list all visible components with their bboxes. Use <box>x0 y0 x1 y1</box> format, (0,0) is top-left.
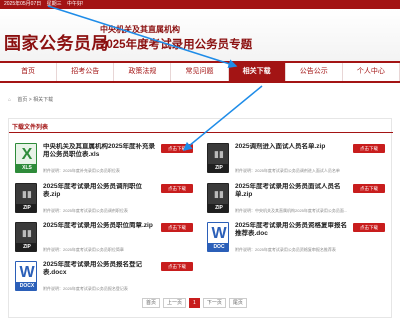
site-logo[interactable]: 国家公务员局 <box>4 29 109 54</box>
file-description: 附件说明：2025年度考试录用公务员资格复审报名推荐表 <box>235 247 336 252</box>
nav-personal-center[interactable]: 个人中心 <box>343 63 400 81</box>
current-date: 2025年05月07日 <box>4 1 42 7</box>
download-button[interactable]: 点击下载 <box>353 223 385 232</box>
nav-notices[interactable]: 公告公示 <box>286 63 343 81</box>
greeting-text: 中午好! <box>67 1 84 7</box>
file-description: 附件说明：中央机关及其直属机构2025年度考试录用公务员面... <box>235 208 348 213</box>
file-description: 附件说明：2025年度考试录用公务员调剂职位表 <box>43 208 128 213</box>
file-item: ▮▮ ZIP 2025调剂进入面试人员名单.zip 附件说明：2025年度考试录用… <box>207 143 387 179</box>
file-item: W DOCX 2025年度考试录用公务员报名登记表.docx 附件说明：2025年… <box>15 261 195 297</box>
zip-icon: ▮▮ ZIP <box>207 143 229 173</box>
file-description: 附件说明：2025年度考试录用公务员职位简章 <box>43 247 124 252</box>
file-name[interactable]: 中央机关及其直属机构2025年度补充录用公务员职位表.xls <box>43 143 158 159</box>
page-title: 2025年度考试录用公务员专题 <box>100 39 253 51</box>
file-name[interactable]: 2025年度考试录用公务员报名登记表.docx <box>43 261 158 277</box>
excel-icon: X XLS <box>15 143 37 173</box>
file-description: 附件说明：2025年度考试录用公务员调剂进入面试人员名单 <box>235 168 340 173</box>
nav-home[interactable]: 首页 <box>0 63 58 81</box>
file-name[interactable]: 2025年度考试录用公务员职位简章.zip <box>43 222 158 230</box>
nav-faq[interactable]: 常见问题 <box>171 63 229 81</box>
file-name[interactable]: 2025年度考试录用公务员调剂职位表.zip <box>43 183 158 199</box>
breadcrumb-current: 相关下载 <box>33 97 54 103</box>
nav-downloads[interactable]: 相关下载 <box>228 63 286 81</box>
file-name[interactable]: 2025年度考试录用公务员资格复审报名推荐表.doc <box>235 222 350 238</box>
download-button[interactable]: 点击下载 <box>161 262 193 271</box>
download-button[interactable]: 点击下载 <box>353 184 385 193</box>
download-button[interactable]: 点击下载 <box>161 223 193 232</box>
pagination: 首页 上一页 1 下一页 尾页 <box>142 298 247 308</box>
pager-next[interactable]: 下一页 <box>202 298 226 308</box>
word-icon: W DOC <box>207 222 229 252</box>
word-icon: W DOCX <box>15 261 37 291</box>
download-panel: 下载文件列表 X XLS 中央机关及其直属机构2025年度补充录用公务员职位表.x… <box>8 118 393 318</box>
pager-prev[interactable]: 上一页 <box>163 298 187 308</box>
zip-icon: ▮▮ ZIP <box>15 183 37 213</box>
top-info-bar: 2025年05月07日 星期三 中午好! <box>0 0 400 9</box>
file-item: ▮▮ ZIP 2025年度考试录用公务员面试人员名单.zip 附件说明：中央机关及… <box>207 183 387 219</box>
breadcrumb-separator: > <box>28 97 32 103</box>
pager-last[interactable]: 尾页 <box>228 298 247 308</box>
pager-first[interactable]: 首页 <box>142 298 161 308</box>
main-nav: 首页 招考公告 政策法规 常见问题 相关下载 公告公示 个人中心 <box>0 61 400 83</box>
section-divider <box>9 132 393 133</box>
section-title: 下载文件列表 <box>12 125 49 131</box>
breadcrumb: ⌂ 首页 > 相关下载 <box>8 96 53 103</box>
nav-announcements[interactable]: 招考公告 <box>57 63 115 81</box>
file-name[interactable]: 2025调剂进入面试人员名单.zip <box>235 143 350 151</box>
download-button[interactable]: 点击下载 <box>161 184 193 193</box>
file-description: 附件说明：2025年度补充录用公务员职位表 <box>43 168 120 173</box>
nav-policies[interactable]: 政策法规 <box>114 63 172 81</box>
header-org: 中央机关及其直属机构 <box>100 25 180 34</box>
pager-current[interactable]: 1 <box>189 298 200 308</box>
file-name[interactable]: 2025年度考试录用公务员面试人员名单.zip <box>235 183 350 199</box>
zip-icon: ▮▮ ZIP <box>15 222 37 252</box>
site-header: 国家公务员局 中央机关及其直属机构 2025年度考试录用公务员专题 <box>0 9 400 61</box>
download-button[interactable]: 点击下载 <box>161 144 193 153</box>
file-item: ▮▮ ZIP 2025年度考试录用公务员调剂职位表.zip 附件说明：2025年度… <box>15 183 195 219</box>
download-button[interactable]: 点击下载 <box>353 144 385 153</box>
breadcrumb-home[interactable]: 首页 <box>17 97 27 103</box>
zip-icon: ▮▮ ZIP <box>207 183 229 213</box>
file-item: W DOC 2025年度考试录用公务员资格复审报名推荐表.doc 附件说明：202… <box>207 222 387 258</box>
home-icon: ⌂ <box>8 97 12 103</box>
file-description: 附件说明：2025年度考试录用公务员报名登记表 <box>43 286 128 291</box>
file-item: ▮▮ ZIP 2025年度考试录用公务员职位简章.zip 附件说明：2025年度考… <box>15 222 195 258</box>
current-weekday: 星期三 <box>46 1 62 7</box>
file-item: X XLS 中央机关及其直属机构2025年度补充录用公务员职位表.xls 附件说明… <box>15 143 195 179</box>
